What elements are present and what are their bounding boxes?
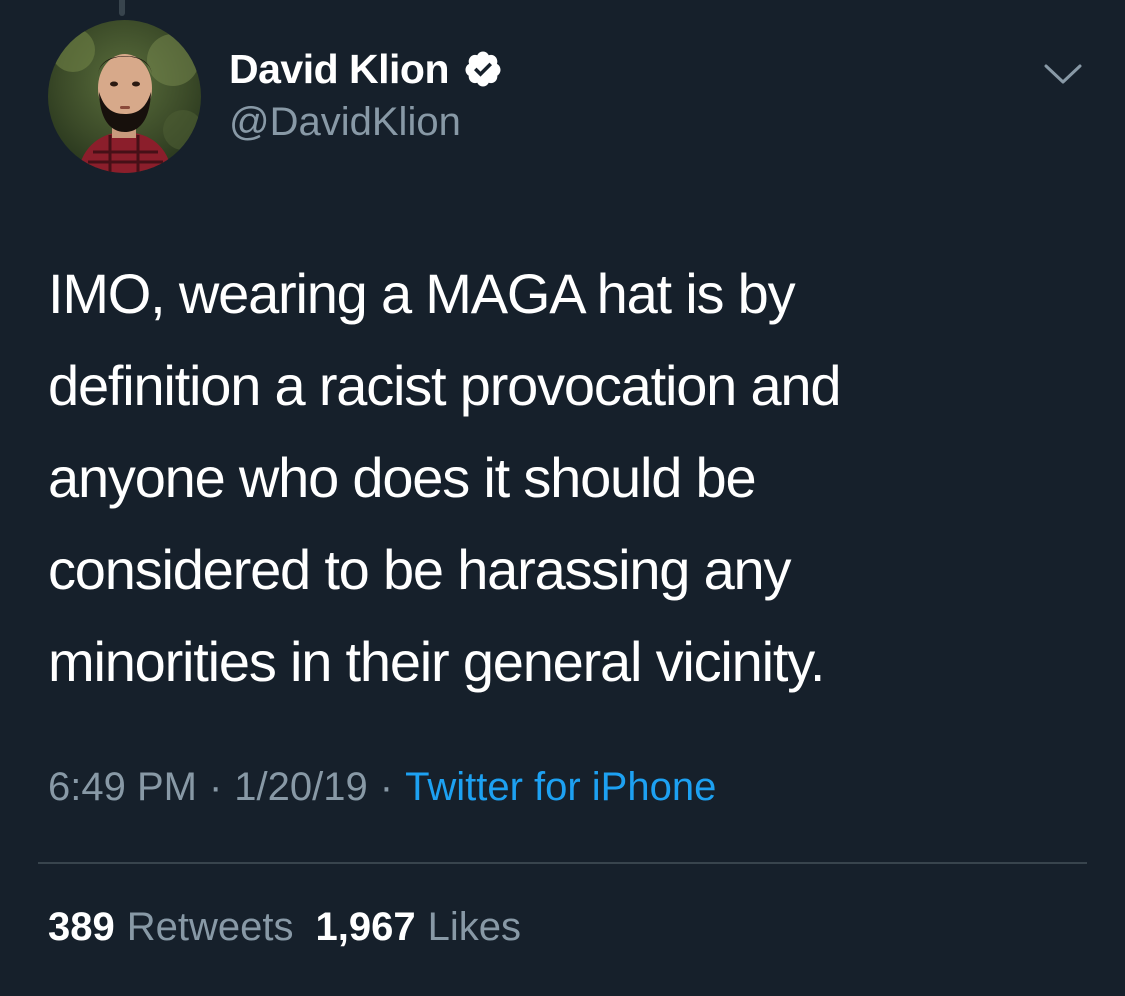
tweet-date[interactable]: 1/20/19	[234, 765, 367, 810]
verified-badge-icon	[465, 51, 501, 87]
likes-label: Likes	[427, 905, 521, 949]
name-row: David Klion	[229, 44, 503, 94]
likes-count: 1,967	[315, 905, 416, 949]
top-edge-tick	[119, 0, 125, 16]
user-handle[interactable]: @DavidKlion	[229, 100, 503, 145]
likes-stat[interactable]: 1,967 Likes	[316, 905, 522, 950]
display-name[interactable]: David Klion	[229, 46, 450, 93]
retweets-count: 389	[48, 905, 115, 949]
tweet-author[interactable]: David Klion @DavidKlion	[229, 44, 503, 145]
retweets-label: Retweets	[126, 905, 294, 949]
meta-separator: ·	[379, 765, 394, 809]
tweet-source-link[interactable]: Twitter for iPhone	[405, 765, 716, 810]
divider	[38, 862, 1087, 864]
tweet-time[interactable]: 6:49 PM	[48, 765, 197, 810]
tweet-stats: 389 Retweets 1,967 Likes	[48, 905, 521, 950]
tweet-text: IMO, wearing a MAGA hat is by definition…	[48, 262, 841, 693]
chevron-down-icon[interactable]	[1043, 62, 1083, 88]
retweets-stat[interactable]: 389 Retweets	[48, 905, 294, 950]
profile-photo	[48, 20, 201, 173]
avatar[interactable]	[48, 20, 201, 173]
meta-separator: ·	[208, 765, 223, 809]
tweet-metadata: 6:49 PM · 1/20/19 · Twitter for iPhone	[48, 765, 716, 810]
